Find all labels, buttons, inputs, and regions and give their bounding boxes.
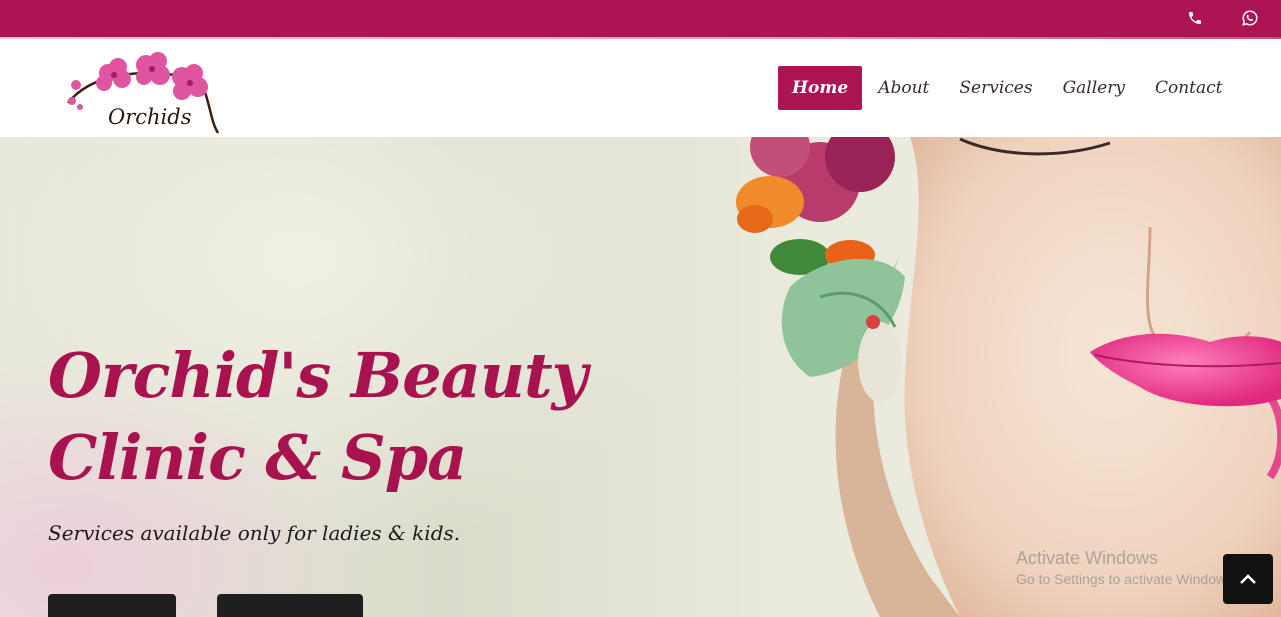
nav-contact[interactable]: Contact: [1141, 66, 1237, 110]
hero-title-line-2: Clinic & Spa: [48, 421, 467, 494]
watermark-subtitle: Go to Settings to activate Windows.: [1016, 571, 1237, 587]
scroll-to-top-button[interactable]: [1223, 554, 1273, 604]
main-nav: Home About Services Gallery Contact: [778, 66, 1239, 110]
nav-services[interactable]: Services: [945, 66, 1046, 110]
watermark-title: Activate Windows: [1016, 548, 1159, 568]
nav-gallery[interactable]: Gallery: [1049, 66, 1139, 110]
hero-button-2[interactable]: [217, 594, 363, 617]
top-bar: [0, 0, 1281, 39]
orchids-logo[interactable]: Orchids: [60, 45, 230, 135]
nav-home[interactable]: Home: [778, 66, 863, 110]
hero-title-line-1: Orchid's Beauty: [48, 339, 588, 412]
hero-button-1[interactable]: [48, 594, 176, 617]
phone-icon[interactable]: [1183, 6, 1207, 30]
logo-text: Orchids: [108, 105, 192, 129]
whatsapp-icon[interactable]: [1238, 6, 1262, 30]
site-header: Orchids Home About Services Gallery Cont…: [0, 39, 1281, 137]
chevron-up-icon: [1239, 570, 1257, 589]
hero-title: Orchid's Beauty Clinic & Spa: [48, 335, 608, 499]
hero-banner: Orchid's Beauty Clinic & Spa Services av…: [0, 137, 1281, 617]
nav-about[interactable]: About: [864, 66, 943, 110]
hero-subtitle: Services available only for ladies & kid…: [48, 521, 461, 545]
